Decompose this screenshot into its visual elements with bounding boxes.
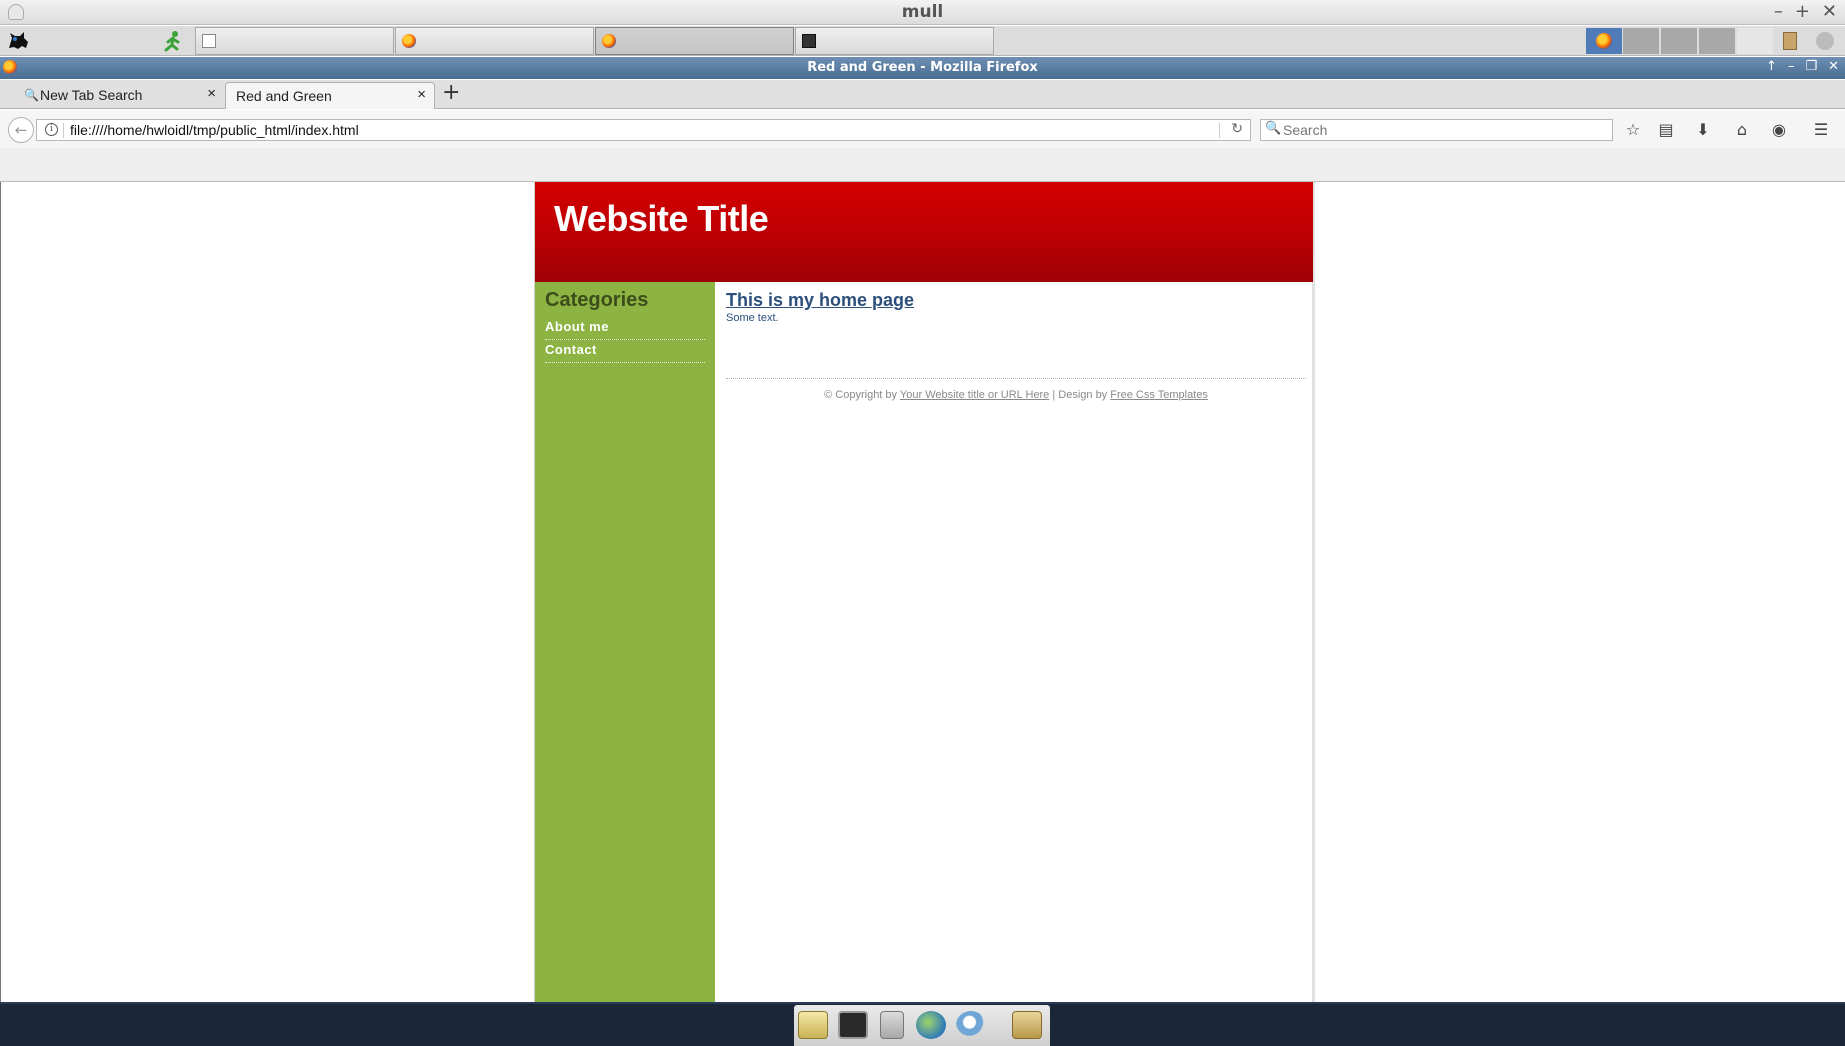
footer-link-templates[interactable]: Free Css Templates <box>1110 389 1208 401</box>
workspace-3[interactable] <box>1661 28 1697 54</box>
sidebar: Categories About me Contact <box>535 282 715 1002</box>
footer-link-website[interactable]: Your Website title or URL Here <box>900 389 1049 401</box>
bookmark-star-icon[interactable]: ☆ <box>1622 119 1644 141</box>
magnifier-icon[interactable] <box>956 1011 986 1039</box>
taskbar-task-1[interactable] <box>195 27 394 55</box>
url-text[interactable]: file:////home/hwloidl/tmp/public_html/in… <box>70 122 359 138</box>
cat-icon[interactable] <box>6 30 32 52</box>
bookmarks-list-icon[interactable]: ▤ <box>1655 119 1677 141</box>
pocket-icon[interactable]: ◉ <box>1768 119 1790 141</box>
taskbar-task-4[interactable] <box>795 27 994 55</box>
running-man-icon[interactable] <box>160 30 184 52</box>
firefox-window-title: Red and Green - Mozilla Firefox <box>807 60 1038 75</box>
workspace-2[interactable] <box>1623 28 1659 54</box>
url-bar[interactable]: i file:////home/hwloidl/tmp/public_html/… <box>36 119 1251 141</box>
menu-icon[interactable]: ☰ <box>1810 119 1832 141</box>
dock-launcher <box>794 1005 1050 1046</box>
workspace-4[interactable] <box>1699 28 1735 54</box>
search-bar[interactable]: 🔍 <box>1260 119 1613 141</box>
firefox-title-bar: Red and Green - Mozilla Firefox ↑ – ❐ ✕ <box>0 57 1845 79</box>
site-title: Website Title <box>554 198 769 239</box>
tab-label: Red and Green <box>236 88 332 104</box>
close-tab-icon[interactable]: × <box>417 86 426 103</box>
outer-title-bar: mull – + ✕ <box>0 0 1845 25</box>
sidebar-heading: Categories <box>545 289 649 311</box>
close-button[interactable]: ✕ <box>1822 1 1837 22</box>
taskbar-task-3[interactable] <box>595 27 794 55</box>
website-container: Website Title Categories About me Contac… <box>534 182 1315 1002</box>
page-heading[interactable]: This is my home page <box>726 290 914 311</box>
firefox-icon <box>602 34 616 48</box>
tab-label: New Tab Search <box>40 87 143 103</box>
folder-icon[interactable] <box>1012 1011 1042 1039</box>
search-icon: 🔍 <box>1265 121 1282 136</box>
body-text: Some text. <box>726 312 779 324</box>
firefox-icon <box>1596 33 1612 49</box>
bookmarks-toolbar <box>0 148 1845 182</box>
bottom-dock <box>0 1002 1845 1046</box>
footer-middle: | Design by <box>1049 389 1111 401</box>
info-icon[interactable]: i <box>45 123 58 136</box>
new-tab-button[interactable]: + <box>442 80 460 105</box>
back-button[interactable]: ← <box>8 117 34 143</box>
sidebar-link-contact[interactable]: Contact <box>545 342 705 363</box>
notes-icon[interactable] <box>798 1011 828 1039</box>
nav-bar: ← i file:////home/hwloidl/tmp/public_htm… <box>0 110 1845 148</box>
site-footer: © Copyright by Your Website title or URL… <box>726 378 1306 401</box>
tab-new-tab-search[interactable]: 🔍 New Tab Search × <box>14 82 224 109</box>
terminal-icon <box>802 34 816 48</box>
close-tab-icon[interactable]: × <box>207 85 216 102</box>
home-icon[interactable]: ⌂ <box>1731 119 1753 141</box>
firefox-icon <box>402 34 416 48</box>
workspace-5[interactable] <box>1737 28 1773 54</box>
terminal-icon[interactable] <box>838 1011 868 1039</box>
maximize-button[interactable]: + <box>1795 1 1810 22</box>
minimize-button[interactable]: – <box>1774 1 1783 22</box>
download-icon[interactable]: ⬇ <box>1692 119 1714 141</box>
workspace-1[interactable] <box>1586 28 1622 54</box>
site-header: Website Title <box>535 182 1313 282</box>
power-icon[interactable] <box>1812 28 1838 54</box>
tab-strip: 🔍 New Tab Search × Red and Green × + <box>0 80 1845 109</box>
search-icon: 🔍 <box>24 88 39 102</box>
page-icon <box>202 34 216 48</box>
reload-icon[interactable]: ↻ <box>1231 121 1243 137</box>
file-cabinet-icon[interactable] <box>880 1011 904 1039</box>
page-viewport: Website Title Categories About me Contac… <box>0 182 1845 1002</box>
ff-minimize-button[interactable]: – <box>1788 59 1795 74</box>
ff-up-button[interactable]: ↑ <box>1766 59 1777 74</box>
taskbar <box>0 26 1845 56</box>
tab-red-and-green[interactable]: Red and Green × <box>225 82 435 109</box>
outer-window-title: mull <box>901 2 944 22</box>
globe-icon[interactable] <box>916 1011 946 1039</box>
ff-restore-button[interactable]: ❐ <box>1805 59 1817 74</box>
search-input[interactable] <box>1283 121 1603 139</box>
clipboard-icon[interactable] <box>1779 28 1803 54</box>
sidebar-link-about-me[interactable]: About me <box>545 319 705 340</box>
taskbar-task-2[interactable] <box>395 27 594 55</box>
footer-prefix: © Copyright by <box>824 389 900 401</box>
ff-close-button[interactable]: ✕ <box>1828 59 1839 74</box>
